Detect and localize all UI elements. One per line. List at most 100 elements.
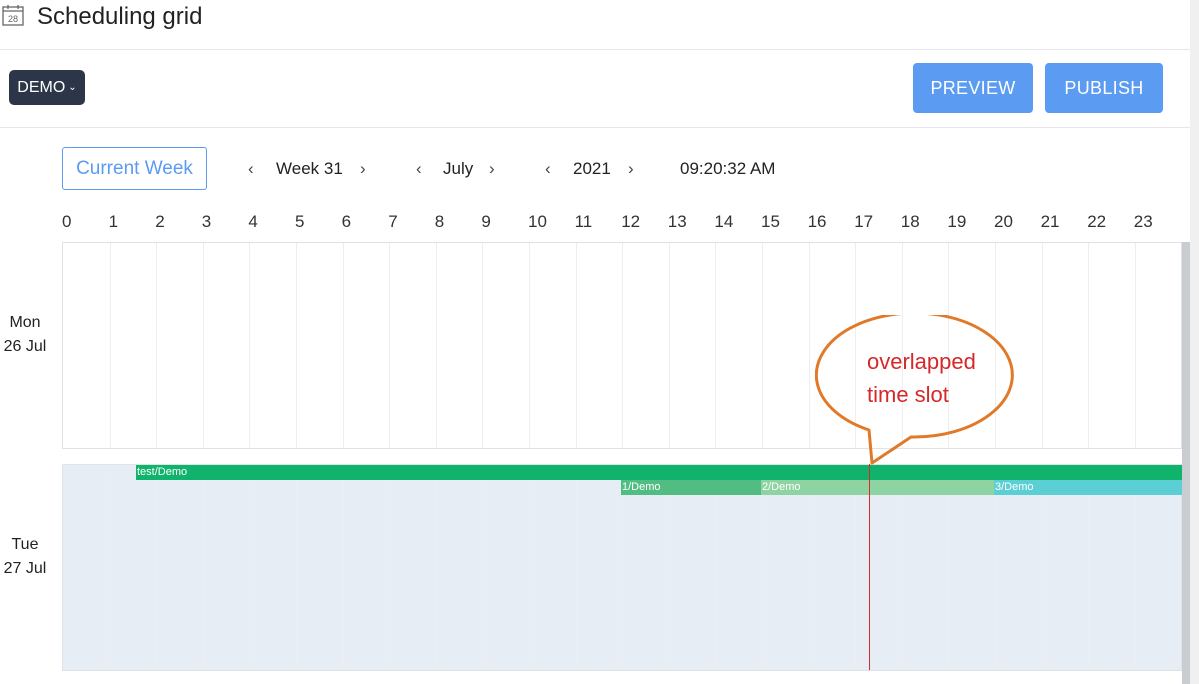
hour-gridline xyxy=(342,243,344,448)
day-date: 26 Jul xyxy=(3,338,47,355)
hour-gridline xyxy=(435,465,437,670)
hour-label: 7 xyxy=(388,212,398,231)
hour-gridline xyxy=(529,243,530,448)
hour-label: 13 xyxy=(667,212,687,231)
hour-gridline xyxy=(389,465,391,670)
header-divider xyxy=(0,49,1190,50)
hour-gridline xyxy=(202,243,204,448)
hour-label: 1 xyxy=(108,212,119,231)
hour-label: 8 xyxy=(434,212,445,231)
hour-label: 22 xyxy=(1087,212,1107,231)
shift-label: 1/Demo xyxy=(622,481,661,493)
hour-gridline xyxy=(109,243,111,448)
demo-dropdown[interactable]: DEMO ⌄ xyxy=(9,70,85,105)
hour-label: 10 xyxy=(528,212,547,231)
calendar-icon: 28 xyxy=(2,5,24,26)
hour-gridline xyxy=(156,465,158,670)
current-time-line xyxy=(869,464,870,670)
hour-gridline xyxy=(1134,243,1136,448)
callout-line: overlapped xyxy=(867,349,976,374)
hour-gridline xyxy=(995,465,996,670)
hour-gridline xyxy=(762,465,763,670)
hour-gridline xyxy=(715,465,717,670)
hour-gridline xyxy=(529,465,530,670)
hour-gridline xyxy=(1088,243,1090,448)
hour-gridline xyxy=(482,465,484,670)
hour-gridline xyxy=(808,465,810,670)
month-label: July xyxy=(443,159,474,178)
hour-label: 12 xyxy=(621,212,641,231)
publish-button[interactable]: PUBLISH xyxy=(1045,63,1163,113)
prev-year-icon[interactable]: ‹ xyxy=(545,158,551,180)
page-title: Scheduling grid xyxy=(37,3,203,30)
hour-gridline xyxy=(296,243,297,448)
hour-gridline xyxy=(622,243,624,448)
next-month-icon[interactable]: › xyxy=(489,158,495,180)
hour-label: 2 xyxy=(155,212,165,231)
vertical-scrollbar[interactable] xyxy=(1182,242,1190,684)
hour-label: 6 xyxy=(341,212,352,231)
hour-gridline xyxy=(1088,465,1090,670)
next-week-icon[interactable]: › xyxy=(360,158,366,180)
hour-label: 14 xyxy=(714,212,734,231)
hour-label: 21 xyxy=(1040,212,1060,231)
window-edge xyxy=(1190,0,1199,684)
shift-label: test/Demo xyxy=(137,466,188,478)
svg-text:28: 28 xyxy=(8,14,18,24)
hour-gridline xyxy=(668,243,670,448)
hour-gridline xyxy=(855,465,857,670)
hour-gridline xyxy=(715,243,717,448)
hour-gridline xyxy=(389,243,391,448)
demo-dropdown-label: DEMO xyxy=(17,78,66,96)
hour-gridline xyxy=(249,243,251,448)
hour-gridline xyxy=(296,465,297,670)
day-date: 27 Jul xyxy=(3,560,47,577)
prev-month-icon[interactable]: ‹ xyxy=(416,158,422,180)
callout-text: overlapped time slot xyxy=(867,345,976,411)
hour-label: 4 xyxy=(248,212,258,231)
chevron-down-icon: ⌄ xyxy=(68,82,77,93)
hour-gridline xyxy=(575,243,577,448)
current-time: 09:20:32 AM xyxy=(680,159,776,178)
shift-label: 2/Demo xyxy=(762,481,801,493)
next-year-icon[interactable]: › xyxy=(628,158,634,180)
hour-gridline xyxy=(156,243,158,448)
day-row-tue[interactable] xyxy=(62,464,1182,671)
hour-label: 0 xyxy=(62,212,72,231)
hour-label: 19 xyxy=(947,212,967,231)
day-label-tue: Tue 27 Jul xyxy=(0,533,50,581)
hour-gridline xyxy=(342,465,344,670)
hour-gridline xyxy=(249,465,251,670)
hour-gridline xyxy=(668,465,670,670)
hour-gridline xyxy=(482,243,484,448)
hour-gridline xyxy=(202,465,204,670)
hour-label: 23 xyxy=(1133,212,1153,231)
hour-gridline xyxy=(109,465,111,670)
shift-bar-2-demo[interactable]: 2/Demo xyxy=(761,480,994,495)
prev-week-icon[interactable]: ‹ xyxy=(248,158,254,180)
current-week-button[interactable]: Current Week xyxy=(62,147,207,190)
hour-label: 18 xyxy=(900,212,920,231)
hour-label: 11 xyxy=(574,212,593,231)
shift-bar-3-demo[interactable]: 3/Demo xyxy=(994,480,1182,495)
week-label: Week 31 xyxy=(276,159,343,178)
preview-button[interactable]: PREVIEW xyxy=(913,63,1033,113)
year-label: 2021 xyxy=(573,159,611,178)
day-weekday: Mon xyxy=(9,314,41,331)
hour-gridline xyxy=(1041,465,1043,670)
shift-bar-1-demo[interactable]: 1/Demo xyxy=(621,480,761,495)
hour-gridline xyxy=(901,465,903,670)
callout-line: time slot xyxy=(867,382,949,407)
hour-label: 9 xyxy=(481,212,491,231)
day-label-mon: Mon 26 Jul xyxy=(0,311,50,359)
hour-label: 16 xyxy=(807,212,827,231)
hour-gridline xyxy=(435,243,437,448)
hour-label: 15 xyxy=(761,212,780,231)
hour-gridline xyxy=(622,465,624,670)
hour-gridline xyxy=(762,243,763,448)
day-weekday: Tue xyxy=(11,536,39,553)
hour-gridline xyxy=(1134,465,1136,670)
hour-label: 20 xyxy=(994,212,1013,231)
shift-label: 3/Demo xyxy=(995,481,1034,493)
hour-gridline xyxy=(575,465,577,670)
